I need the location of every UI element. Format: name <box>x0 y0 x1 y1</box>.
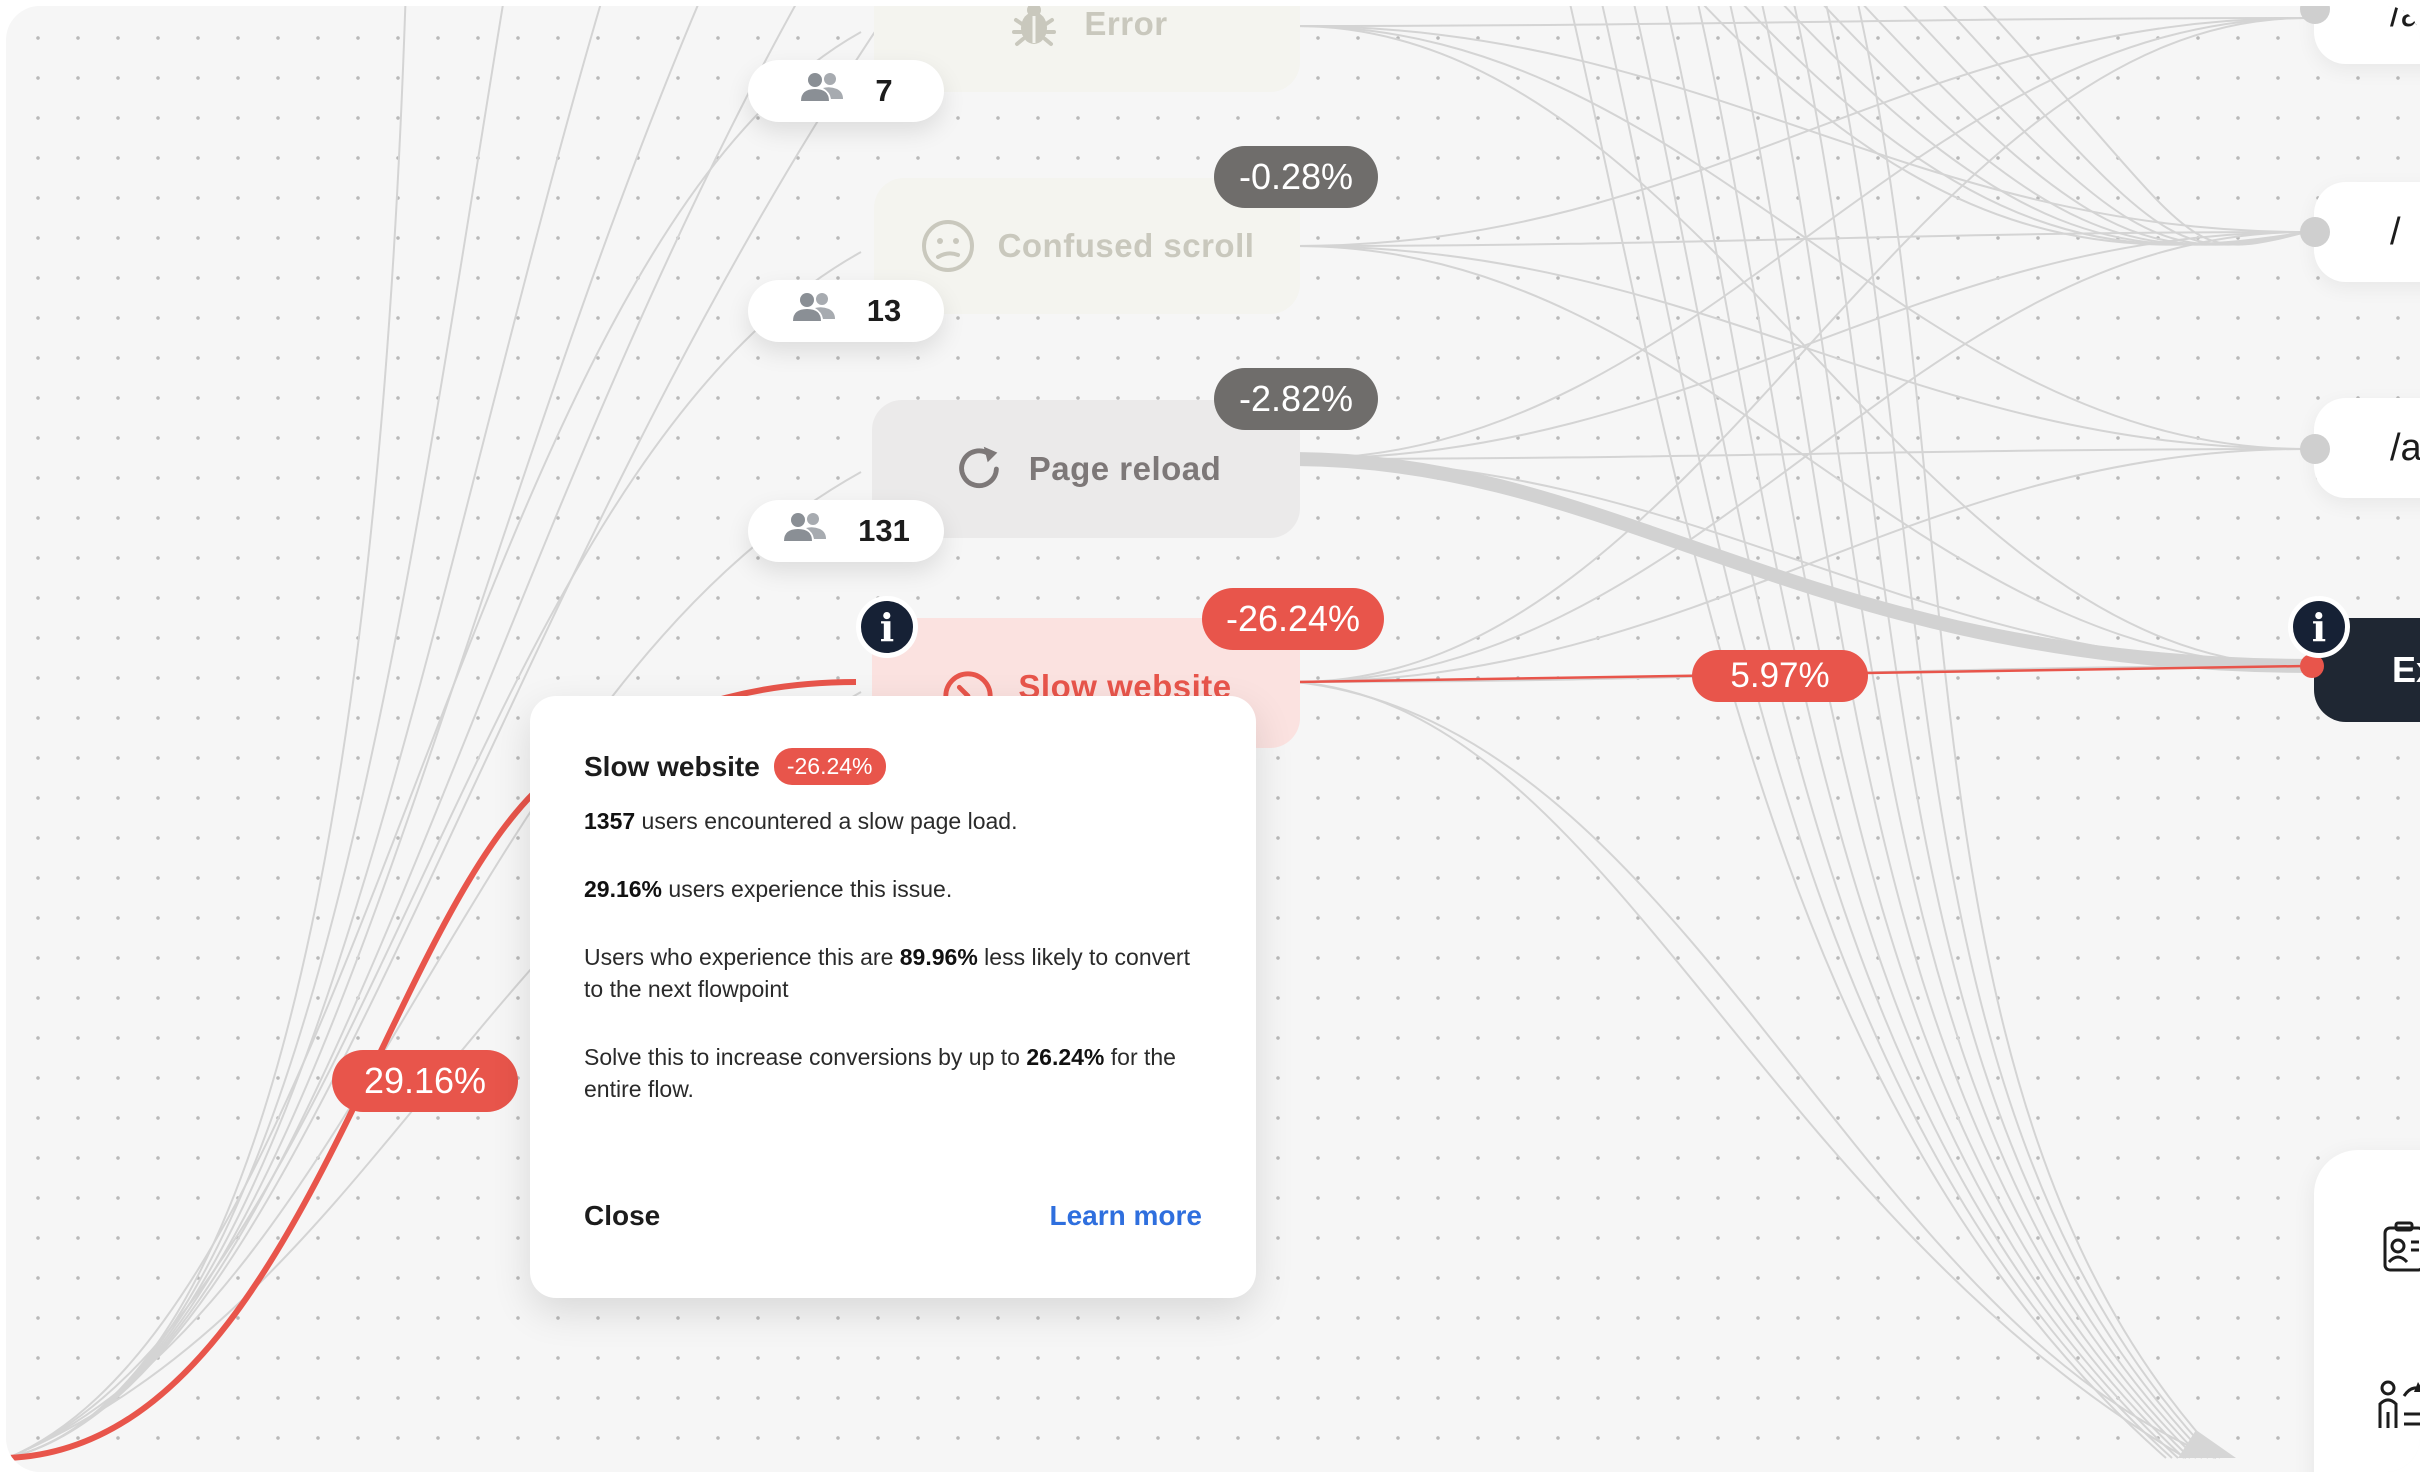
popup-actions: Close Learn more <box>584 1200 1202 1232</box>
learn-more-link[interactable]: Learn more <box>1050 1200 1203 1232</box>
user-count-value: 131 <box>858 513 910 548</box>
flow-share-label-entry: 29.16% <box>332 1050 518 1112</box>
user-count-error[interactable]: 7 <box>748 60 944 122</box>
page-path: / <box>2390 210 2401 253</box>
page-node-top[interactable]: /a <box>2314 6 2420 64</box>
popup-users-affected: 1357 users encountered a slow page load. <box>584 808 1018 834</box>
reload-icon <box>951 441 1007 497</box>
popup-share-affected: 29.16% users experience this issue. <box>584 876 953 902</box>
contact-card-icon[interactable] <box>2382 1220 2420 1279</box>
page-path: /a <box>2390 426 2420 469</box>
flow-line <box>7 6 407 1459</box>
flow-line <box>1825 6 2215 1459</box>
delta-badge-page-reload: -2.82% <box>1214 368 1378 430</box>
exit-node-label: Ex <box>2392 649 2420 690</box>
node-port[interactable] <box>2300 217 2330 247</box>
info-button-slow-website[interactable]: i <box>856 596 918 658</box>
flow-line <box>1903 6 2307 246</box>
node-port[interactable] <box>2300 434 2330 464</box>
flow-line <box>1295 245 2307 667</box>
node-label: Confused scroll <box>997 227 1255 264</box>
popup-impact-badge: -26.24% <box>773 748 886 785</box>
flow-line <box>7 6 602 1459</box>
users-icon <box>799 71 845 111</box>
flow-line <box>1295 448 2307 460</box>
flow-line <box>1729 6 2197 1459</box>
user-count-value: 13 <box>866 293 902 328</box>
flow-line <box>1633 6 2179 1459</box>
page-path: /a <box>2390 6 2420 35</box>
delta-badge-confused-scroll: -0.28% <box>1214 146 1378 208</box>
node-label: Page reload <box>1028 450 1222 487</box>
popup-header: Slow website -26.24% <box>584 748 1202 785</box>
user-count-page-reload[interactable]: 131 <box>748 500 944 562</box>
users-icon <box>791 291 837 331</box>
popup-solution-impact: Solve this to increase conversions by up… <box>584 1044 1176 1102</box>
confused-face-icon <box>920 218 976 274</box>
info-button-exit[interactable]: i <box>2288 596 2350 658</box>
node-label: Error <box>1084 6 1168 42</box>
flow-line <box>1793 6 2209 1459</box>
user-flow-icon[interactable] <box>2376 1378 2420 1439</box>
flow-line <box>7 6 504 1459</box>
flow-line <box>1295 231 2307 683</box>
bug-icon <box>1006 6 1062 52</box>
flow-line <box>1295 448 2307 683</box>
delta-badge-slow-website: -26.24% <box>1202 588 1384 650</box>
issue-info-popup: Slow website -26.24% 1357 users encounte… <box>530 696 1256 1298</box>
popup-title: Slow website <box>584 750 760 782</box>
users-icon <box>782 511 828 551</box>
flow-canvas[interactable]: Error 7 Confused scroll -0.28% 13 Page r… <box>6 6 2420 1472</box>
popup-conversion-impact: Users who experience this are 89.96% les… <box>584 944 1190 1002</box>
side-panel <box>2314 1150 2420 1472</box>
close-button[interactable]: Close <box>584 1200 660 1232</box>
user-count-confused-scroll[interactable]: 13 <box>748 280 944 342</box>
user-count-value: 7 <box>875 73 893 108</box>
flow-share-label-exit: 5.97% <box>1692 650 1868 702</box>
